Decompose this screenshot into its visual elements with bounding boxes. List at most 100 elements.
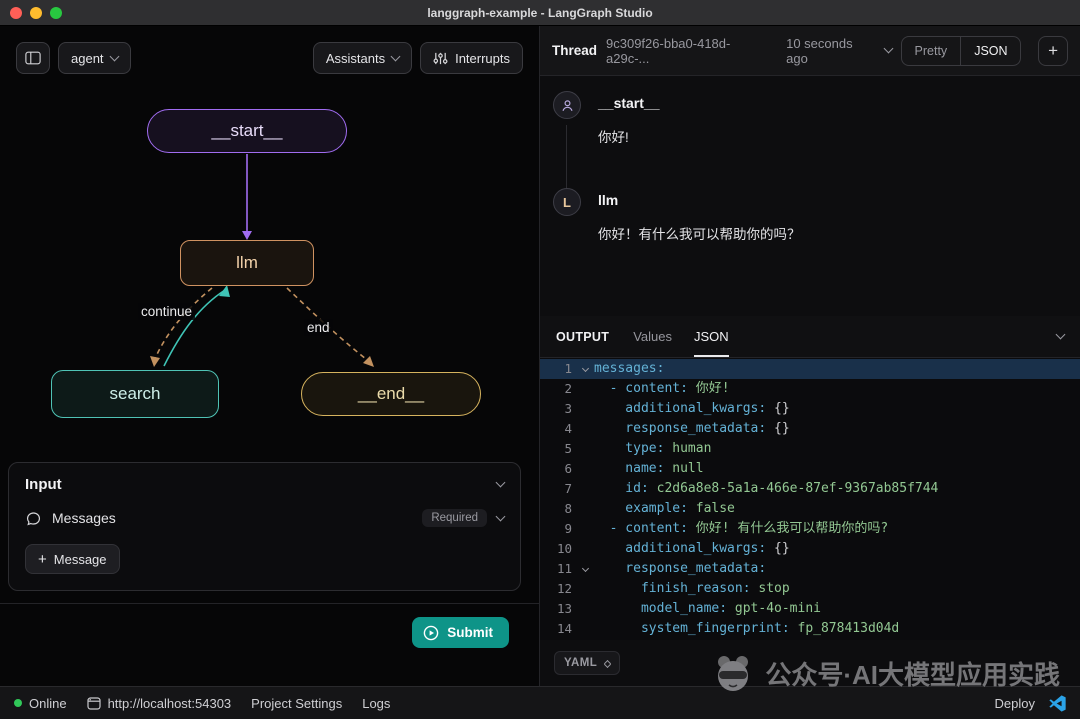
chevron-down-icon <box>391 51 401 61</box>
sidebar-panel-icon <box>25 51 41 65</box>
sidebar-toggle-button[interactable] <box>16 42 50 74</box>
project-settings-link[interactable]: Project Settings <box>251 696 342 711</box>
pretty-tab-button[interactable]: Pretty <box>902 37 961 65</box>
code-line[interactable]: 11 response_metadata: <box>540 559 1080 579</box>
vscode-icon[interactable] <box>1049 695 1066 712</box>
graph-node-end[interactable]: __end__ <box>301 372 481 416</box>
fold-spacer <box>576 479 594 499</box>
code-text: response_metadata: <box>594 559 766 579</box>
edge-label-end: end <box>304 319 333 336</box>
fold-spacer <box>576 539 594 559</box>
code-line[interactable]: 13 model_name: gpt-4o-mini <box>540 599 1080 619</box>
code-line[interactable]: 8 example: false <box>540 499 1080 519</box>
online-status: Online <box>14 696 67 711</box>
code-text: response_metadata: {} <box>594 419 790 439</box>
conversation: __start__ 你好! L llm 你好！有什么我可以帮助你的吗？ <box>540 76 1080 316</box>
code-line[interactable]: 2 - content: 你好! <box>540 379 1080 399</box>
code-text: additional_kwargs: {} <box>594 399 790 419</box>
thread-time-dropdown[interactable]: 10 seconds ago <box>786 36 891 66</box>
statusbar: Online http://localhost:54303 Project Se… <box>0 686 1080 719</box>
submit-button[interactable]: Submit <box>412 617 509 648</box>
fold-spacer <box>576 519 594 539</box>
fold-spacer <box>576 579 594 599</box>
deploy-link[interactable]: Deploy <box>995 696 1035 711</box>
fold-spacer <box>576 499 594 519</box>
browser-icon <box>87 697 101 710</box>
required-badge: Required <box>422 509 487 527</box>
chevron-down-icon <box>883 44 893 54</box>
assistants-dropdown[interactable]: Assistants <box>313 42 412 74</box>
graph-node-search[interactable]: search <box>51 370 219 418</box>
chat-bubble-icon <box>25 510 42 527</box>
code-line[interactable]: 1 messages: <box>540 359 1080 379</box>
fold-spacer <box>576 459 594 479</box>
interrupts-button[interactable]: Interrupts <box>420 42 523 74</box>
code-line[interactable]: 3 additional_kwargs: {} <box>540 399 1080 419</box>
input-panel-header[interactable]: Input <box>9 463 520 502</box>
graph-canvas[interactable]: __start__ llm search __end__ continue en… <box>0 90 539 456</box>
line-number: 11 <box>540 559 576 579</box>
chevron-down-icon <box>1056 330 1066 340</box>
project-settings-label: Project Settings <box>251 696 342 711</box>
tab-json[interactable]: JSON <box>694 316 729 357</box>
messages-field-row[interactable]: Messages Required <box>9 502 520 534</box>
line-number: 1 <box>540 359 576 379</box>
messages-field-label: Messages <box>52 510 116 526</box>
thread-panel: Thread 9c309f26-bba0-418d-a29c-... 10 se… <box>540 26 1080 686</box>
code-line[interactable]: 7 id: c2d6a8e8-5a1a-466e-87ef-9367ab85f7… <box>540 479 1080 499</box>
fold-chevron-icon[interactable] <box>576 559 594 579</box>
submit-label: Submit <box>447 625 493 640</box>
code-line[interactable]: 6 name: null <box>540 459 1080 479</box>
view-mode-segmented-control: Pretty JSON <box>901 36 1022 66</box>
code-line[interactable]: 4 response_metadata: {} <box>540 419 1080 439</box>
fold-chevron-icon[interactable] <box>576 359 594 379</box>
json-tab-button[interactable]: JSON <box>960 37 1020 65</box>
line-number: 10 <box>540 539 576 559</box>
interrupts-icon <box>433 51 448 66</box>
close-window-button[interactable] <box>10 7 22 19</box>
collapse-output-button[interactable] <box>1057 316 1064 357</box>
updown-icon <box>605 659 610 667</box>
code-line[interactable]: 12 finish_reason: stop <box>540 579 1080 599</box>
line-number: 13 <box>540 599 576 619</box>
message-llm: L llm 你好！有什么我可以帮助你的吗？ <box>553 188 1064 243</box>
code-text: system_fingerprint: fp_878413d04d <box>594 619 899 639</box>
code-text: id: c2d6a8e8-5a1a-466e-87ef-9367ab85f744 <box>594 479 938 499</box>
logs-link[interactable]: Logs <box>362 696 390 711</box>
code-text: name: null <box>594 459 704 479</box>
thread-time-label: 10 seconds ago <box>786 36 877 66</box>
agent-selector[interactable]: agent <box>58 42 131 74</box>
line-number: 3 <box>540 399 576 419</box>
format-selector[interactable]: YAML <box>554 651 620 675</box>
server-url[interactable]: http://localhost:54303 <box>87 696 232 711</box>
code-text: type: human <box>594 439 711 459</box>
avatar <box>553 91 581 119</box>
deploy-label: Deploy <box>995 696 1035 711</box>
line-number: 6 <box>540 459 576 479</box>
fold-spacer <box>576 399 594 419</box>
code-line[interactable]: 10 additional_kwargs: {} <box>540 539 1080 559</box>
minimize-window-button[interactable] <box>30 7 42 19</box>
code-text: messages: <box>594 359 664 379</box>
new-thread-button[interactable]: + <box>1038 36 1068 66</box>
fold-spacer <box>576 419 594 439</box>
tab-values[interactable]: Values <box>633 316 672 357</box>
code-line[interactable]: 5 type: human <box>540 439 1080 459</box>
code-line[interactable]: 14 system_fingerprint: fp_878413d04d <box>540 619 1080 639</box>
line-number: 12 <box>540 579 576 599</box>
add-message-button[interactable]: + Message <box>25 544 120 574</box>
avatar: L <box>553 188 581 216</box>
code-text: example: false <box>594 499 735 519</box>
window-title: langgraph-example - LangGraph Studio <box>0 6 1080 20</box>
code-text: finish_reason: stop <box>594 579 790 599</box>
output-code-editor[interactable]: 1 messages:2 - content: 你好!3 additional_k… <box>540 358 1080 640</box>
maximize-window-button[interactable] <box>50 7 62 19</box>
graph-node-llm[interactable]: llm <box>180 240 314 286</box>
code-line[interactable]: 9 - content: 你好! 有什么我可以帮助你的吗? <box>540 519 1080 539</box>
fold-spacer <box>576 599 594 619</box>
code-text: additional_kwargs: {} <box>594 539 790 559</box>
graph-node-start[interactable]: __start__ <box>147 109 347 153</box>
code-lines: 1 messages:2 - content: 你好!3 additional_k… <box>540 359 1080 639</box>
code-text: - content: 你好! <box>594 379 730 399</box>
fold-spacer <box>576 619 594 639</box>
